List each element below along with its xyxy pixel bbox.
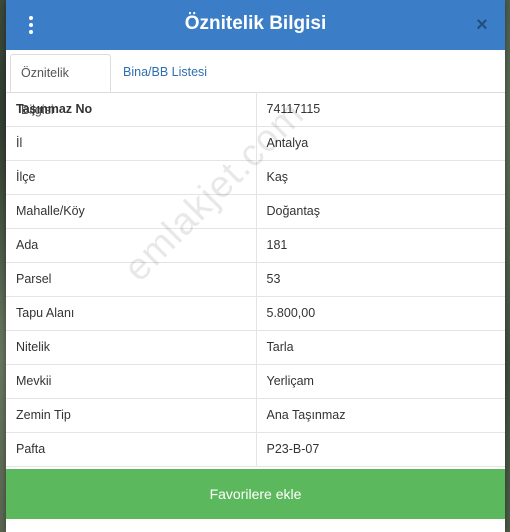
attribute-value: Antalya [256,126,505,161]
table-row: İlçe Kaş [6,160,505,195]
table-row: Mahalle/Köy Doğantaş [6,194,505,229]
modal-header: Öznitelik Bilgisi × [6,0,505,50]
attribute-key: Ada [6,228,257,263]
table-row: Pafta P23-B-07 [6,432,505,467]
table-row: Ada 181 [6,228,505,263]
attribute-value: Doğantaş [256,194,505,229]
attribute-value: 5.800,00 [256,296,505,331]
attribute-key: Parsel [6,262,257,297]
attribute-key: İlçe [6,160,257,195]
table-row: Nitelik Tarla [6,330,505,365]
attribute-table: Taşınmaz No 74117115 İl Antalya İlçe Kaş… [6,92,505,467]
modal-title: Öznitelik Bilgisi [184,13,327,34]
attribute-value: Ana Taşınmaz [256,398,505,433]
attribute-value: Tarla [256,330,505,365]
attribute-key: Pafta [6,432,257,467]
attribute-value: P23-B-07 [256,432,505,467]
table-row: İl Antalya [6,126,505,161]
attribute-key: İl [6,126,257,161]
tab-building-list[interactable]: Bina/BB Listesi [113,54,217,91]
close-icon[interactable]: × [471,12,493,38]
add-to-favorites-button[interactable]: Favorilere ekle [6,469,505,519]
attribute-value: Yerliçam [256,364,505,399]
attribute-key: Mevkii [6,364,257,399]
table-row: Zemin Tip Ana Taşınmaz [6,398,505,433]
attribute-value: 181 [256,228,505,263]
attribute-key: Zemin Tip [6,398,257,433]
tab-bar: Öznitelik Bilgisi Bina/BB Listesi [6,50,505,117]
attribute-key: Nitelik [6,330,257,365]
attribute-info-modal: Öznitelik Bilgisi × Öznitelik Bilgisi Bi… [6,0,505,532]
attribute-value: Kaş [256,160,505,195]
attribute-key: Taşınmaz No [6,92,257,127]
table-row: Mevkii Yerliçam [6,364,505,399]
attribute-value: 53 [256,262,505,297]
attribute-key: Tapu Alanı [6,296,257,331]
table-row: Tapu Alanı 5.800,00 [6,296,505,331]
table-row: Taşınmaz No 74117115 [6,92,505,127]
table-row: Parsel 53 [6,262,505,297]
attribute-key: Mahalle/Köy [6,194,257,229]
attribute-value: 74117115 [256,92,505,127]
tab-attribute-info[interactable]: Öznitelik Bilgisi [10,54,111,117]
